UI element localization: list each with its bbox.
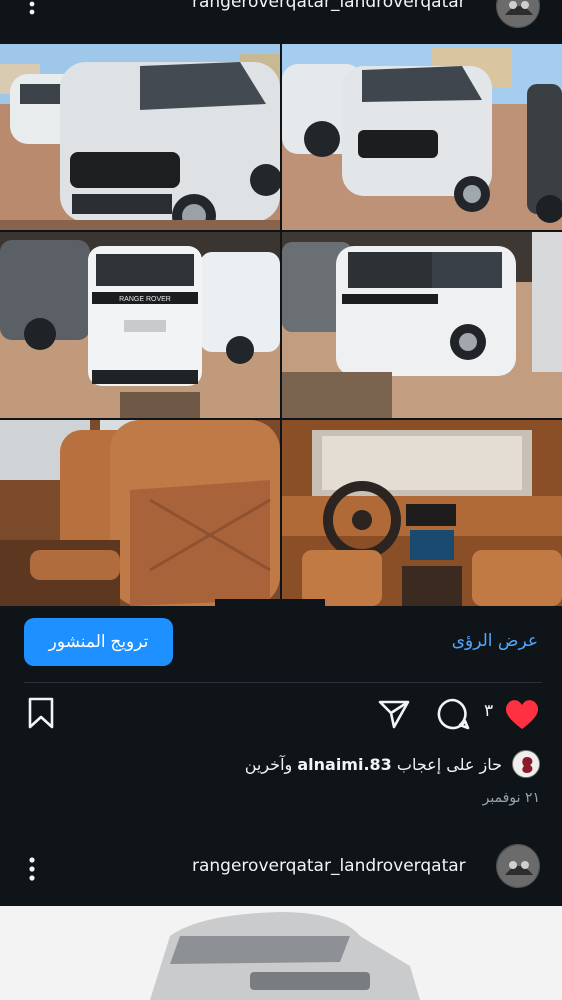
avatar[interactable]	[496, 0, 540, 28]
likes-summary[interactable]: حاز على إعجاب alnaimi.83 وآخرين	[245, 750, 540, 778]
post-username[interactable]: rangeroverqatar_landroverqatar	[192, 856, 466, 876]
liker-username[interactable]: alnaimi.83	[297, 755, 391, 774]
share-icon[interactable]	[376, 697, 412, 731]
heart-icon[interactable]	[502, 696, 542, 732]
like-count[interactable]: ٣	[484, 701, 493, 721]
dashboard-photo[interactable]	[282, 420, 562, 606]
rear-badge-text: RANGE ROVER	[119, 296, 171, 303]
post-username[interactable]: rangeroverqatar_landroverqatar	[192, 0, 466, 12]
car-front-angle-photo[interactable]	[282, 44, 562, 230]
rear-seats-photo[interactable]	[0, 420, 280, 606]
car-rear-photo[interactable]: RANGE ROVER	[0, 232, 280, 418]
car-front-photo[interactable]	[0, 44, 280, 230]
previous-post-header: rangeroverqatar_landroverqatar	[0, 0, 562, 40]
next-post-image[interactable]	[0, 906, 562, 1000]
likes-prefix: حاز على إعجاب	[396, 754, 502, 774]
collage-divider	[215, 599, 325, 606]
post-date: ٢١ نوفمبر	[482, 790, 540, 806]
liker-avatar[interactable]	[512, 750, 540, 778]
view-insights-link[interactable]: عرض الرؤى	[452, 631, 538, 651]
comment-icon[interactable]	[434, 696, 472, 732]
divider	[24, 682, 542, 683]
avatar[interactable]	[496, 844, 540, 888]
post-image-collage[interactable]: RANGE ROVER	[0, 44, 562, 606]
car-rear-angle-photo[interactable]	[282, 232, 562, 418]
bookmark-icon[interactable]	[26, 696, 56, 730]
likes-suffix: وآخرين	[244, 754, 293, 774]
more-vertical-icon[interactable]	[26, 0, 38, 16]
likes-text[interactable]: حاز على إعجاب alnaimi.83 وآخرين	[245, 755, 502, 774]
next-post-header: rangeroverqatar_landroverqatar	[0, 840, 562, 900]
promote-post-button[interactable]: ترويج المنشور	[24, 618, 173, 666]
more-vertical-icon[interactable]	[26, 856, 38, 882]
